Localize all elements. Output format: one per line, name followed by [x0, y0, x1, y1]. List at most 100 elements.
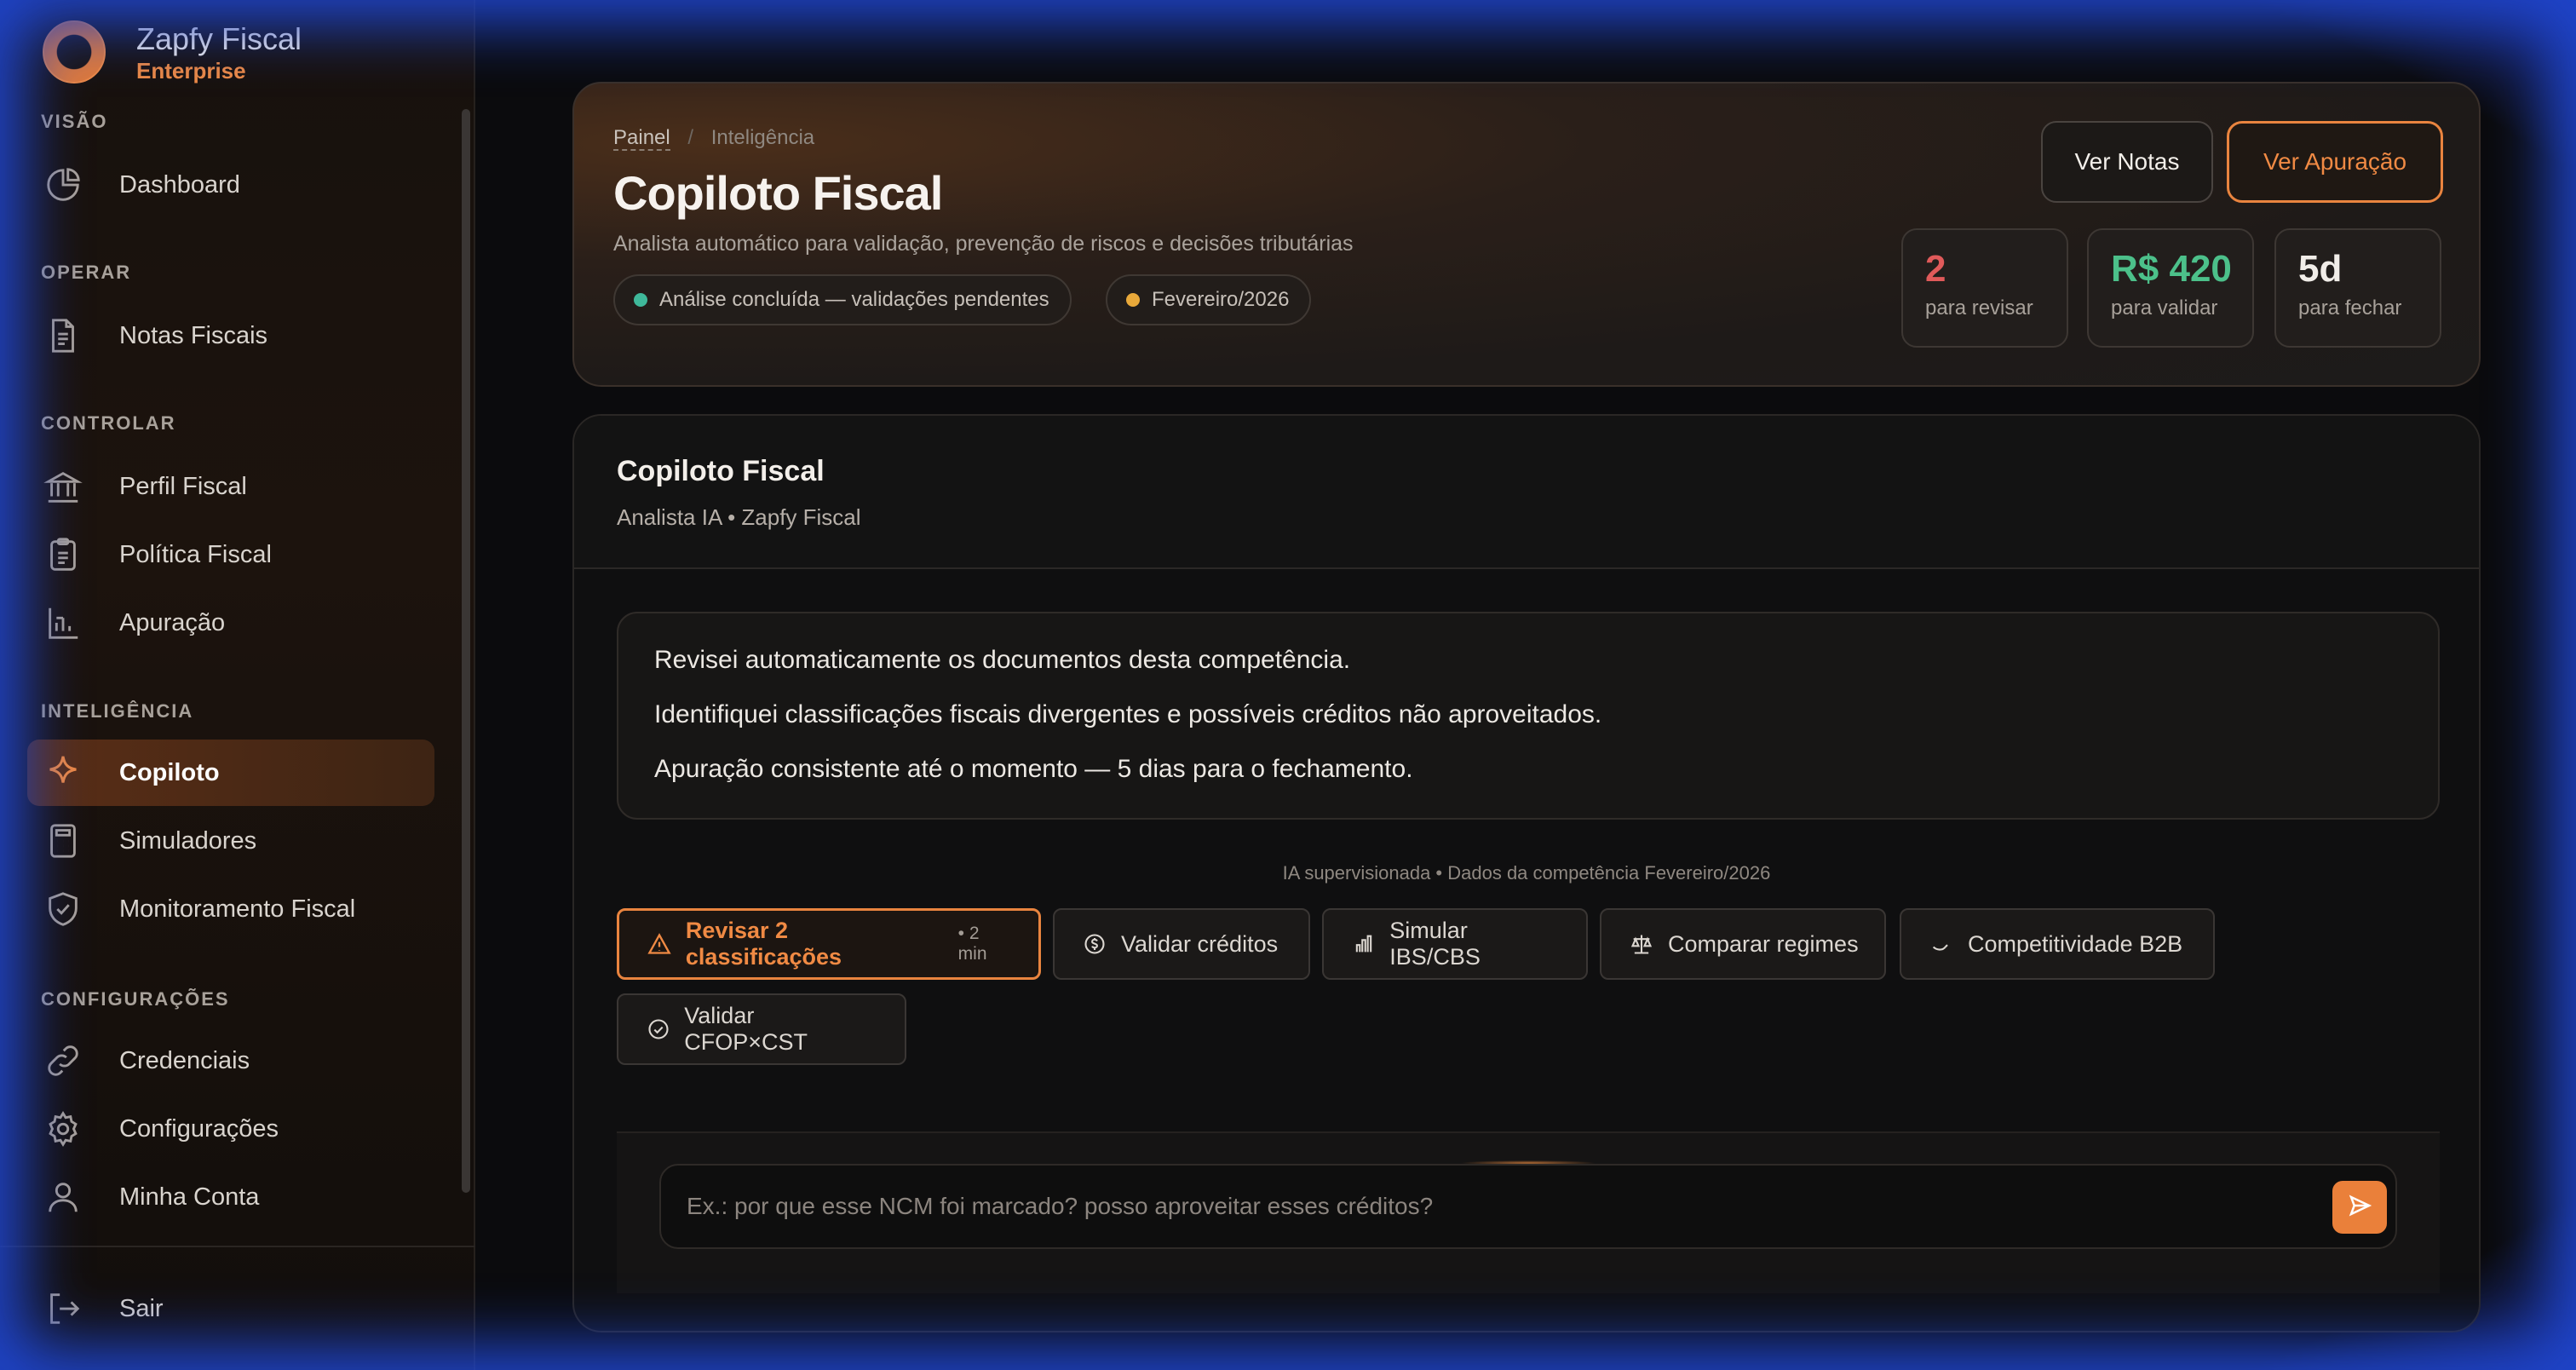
- sidebar-item-label: Monitoramento Fiscal: [119, 895, 356, 923]
- document-icon: [41, 314, 85, 358]
- sidebar-item-label: Notas Fiscais: [119, 321, 268, 349]
- sidebar-item-perfil-fiscal[interactable]: Perfil Fiscal: [27, 453, 434, 520]
- stat-para-validar[interactable]: R$ 420 para validar: [2087, 228, 2254, 348]
- comparar-regimes-button[interactable]: Comparar regimes: [1600, 908, 1886, 980]
- period-pill-label: Fevereiro/2026: [1152, 288, 1290, 311]
- stat-value: 2: [1925, 248, 1946, 290]
- action-label: Validar CFOP×CST: [684, 1003, 808, 1055]
- sidebar-item-label: Simuladores: [119, 826, 257, 855]
- simular-ibs-cbs-button[interactable]: Simular IBS/CBS: [1322, 908, 1588, 980]
- sidebar-item-configuracoes[interactable]: Configurações: [27, 1096, 434, 1162]
- validar-cfop-cst-button[interactable]: Validar CFOP×CST: [617, 993, 906, 1065]
- brand-tier: Enterprise: [136, 58, 246, 83]
- send-button[interactable]: [2332, 1181, 2387, 1234]
- logout-button[interactable]: Sair: [27, 1275, 434, 1342]
- chat-title: Copiloto Fiscal: [617, 455, 825, 487]
- supervision-note: IA supervisionada • Dados da competência…: [1282, 862, 1771, 884]
- sidebar-item-copiloto[interactable]: Copiloto: [27, 740, 434, 806]
- clipboard-icon: [41, 532, 85, 577]
- chat-subtitle: Analista IA • Zapfy Fiscal: [617, 504, 861, 530]
- stat-para-fechar[interactable]: 5d para fechar: [2274, 228, 2441, 348]
- stat-caption: para revisar: [1925, 296, 2033, 319]
- sidebar: Zapfy Fiscal Enterprise VISÃO Dashboard …: [0, 0, 475, 1370]
- sidebar-item-label: Minha Conta: [119, 1183, 260, 1211]
- stat-caption: para fechar: [2298, 296, 2402, 319]
- action-label: Competitividade B2B: [1968, 930, 2183, 957]
- revisar-classificacoes-button[interactable]: Revisar 2 classificações • 2 min: [617, 908, 1041, 980]
- message-line: Apuração consistente até o momento — 5 d…: [654, 755, 1413, 783]
- competitividade-b2b-button[interactable]: Competitividade B2B: [1900, 908, 2215, 980]
- ver-apuracao-button[interactable]: Ver Apuração: [2227, 121, 2443, 203]
- stat-value: 5d: [2298, 248, 2343, 290]
- sidebar-item-minha-conta[interactable]: Minha Conta: [27, 1164, 434, 1230]
- chat-card: Copiloto Fiscal Analista IA • Zapfy Fisc…: [572, 414, 2481, 1333]
- section-label-controlar: CONTROLAR: [41, 412, 176, 434]
- sidebar-item-label: Perfil Fiscal: [119, 472, 247, 500]
- brand-name: Zapfy Fiscal: [136, 21, 302, 56]
- breadcrumb-separator: /: [687, 126, 694, 149]
- status-pill: Análise concluída — validações pendentes: [613, 274, 1072, 325]
- section-label-operar: OPERAR: [41, 262, 132, 283]
- sidebar-item-credenciais[interactable]: Credenciais: [27, 1028, 434, 1094]
- stat-para-revisar[interactable]: 2 para revisar: [1901, 228, 2068, 348]
- page-title: Copiloto Fiscal: [613, 166, 943, 220]
- handshake-icon: [1929, 931, 1954, 957]
- warning-icon: [647, 931, 672, 957]
- sidebar-item-dashboard[interactable]: Dashboard: [27, 152, 434, 218]
- sidebar-item-label: Credenciais: [119, 1046, 250, 1074]
- brand-logo: [43, 20, 106, 83]
- validar-creditos-button[interactable]: Validar créditos: [1053, 908, 1310, 980]
- logout-icon: [41, 1287, 85, 1331]
- sidebar-item-label: Dashboard: [119, 170, 240, 199]
- sidebar-item-notas-fiscais[interactable]: Notas Fiscais: [27, 302, 434, 369]
- logout-label: Sair: [119, 1294, 164, 1322]
- ver-notas-button[interactable]: Ver Notas: [2041, 121, 2213, 203]
- stat-value: R$ 420: [2111, 248, 2232, 290]
- sidebar-item-politica-fiscal[interactable]: Política Fiscal: [27, 521, 434, 588]
- message-line: Revisei automaticamente os documentos de…: [654, 646, 1351, 674]
- dollar-circle-icon: [1082, 931, 1107, 957]
- breadcrumb: Painel / Inteligência: [613, 126, 815, 151]
- period-pill: Fevereiro/2026: [1106, 274, 1312, 325]
- chat-header: Copiloto Fiscal Analista IA • Zapfy Fisc…: [574, 416, 2479, 569]
- sparkle-icon: [41, 751, 85, 795]
- check-circle-icon: [646, 1016, 670, 1042]
- send-icon: [2347, 1193, 2372, 1223]
- link-icon: [41, 1039, 85, 1083]
- page-subtitle: Analista automático para validação, prev…: [613, 232, 1354, 256]
- section-label-visao: VISÃO: [41, 111, 108, 132]
- calculator-icon: [41, 819, 85, 863]
- period-dot: [1126, 293, 1140, 307]
- chat-input[interactable]: [687, 1166, 2305, 1247]
- assistant-message: Revisei automaticamente os documentos de…: [617, 612, 2440, 820]
- action-label: Comparar regimes: [1668, 930, 1859, 957]
- header-card: Painel / Inteligência Copiloto Fiscal An…: [572, 82, 2481, 387]
- sidebar-item-apuracao[interactable]: Apuração: [27, 590, 434, 656]
- brand[interactable]: Zapfy Fiscal Enterprise: [43, 20, 302, 83]
- breadcrumb-home[interactable]: Painel: [613, 126, 670, 151]
- action-label: Revisar 2 classificações: [685, 918, 842, 970]
- sidebar-item-label: Apuração: [119, 608, 226, 636]
- sidebar-item-simuladores[interactable]: Simuladores: [27, 808, 434, 874]
- sidebar-item-label: Política Fiscal: [119, 540, 272, 568]
- sidebar-item-label: Configurações: [119, 1114, 279, 1143]
- sidebar-divider: [0, 1246, 475, 1247]
- breadcrumb-current: Inteligência: [710, 126, 815, 149]
- sidebar-scrollbar[interactable]: [462, 109, 470, 1193]
- status-dot: [634, 293, 647, 307]
- action-label: Simular IBS/CBS: [1389, 918, 1481, 970]
- section-label-inteligencia: INTELIGÊNCIA: [41, 700, 194, 722]
- gear-icon: [41, 1107, 85, 1151]
- composer: [659, 1164, 2397, 1249]
- bar-chart-icon: [1351, 931, 1376, 957]
- composer-area: [617, 1131, 2440, 1293]
- action-label: Validar créditos: [1121, 930, 1279, 957]
- bank-icon: [41, 464, 85, 509]
- action-tag: • 2 min: [957, 924, 987, 964]
- status-pill-label: Análise concluída — validações pendentes: [659, 288, 1049, 311]
- sidebar-item-label: Copiloto: [119, 758, 220, 786]
- section-label-configuracoes: CONFIGURAÇÕES: [41, 988, 230, 1010]
- sidebar-item-monitoramento-fiscal[interactable]: Monitoramento Fiscal: [27, 876, 434, 942]
- stat-caption: para validar: [2111, 296, 2218, 319]
- shield-check-icon: [41, 887, 85, 931]
